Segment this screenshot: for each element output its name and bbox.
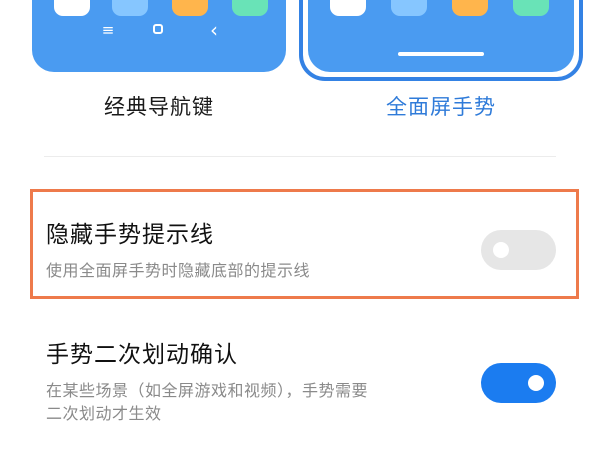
gesture-nav-preview[interactable]	[308, 0, 574, 72]
toggle-knob	[528, 375, 544, 391]
gesture-nav-label[interactable]: 全面屏手势	[340, 92, 542, 122]
back-key-icon: ‹	[210, 18, 218, 42]
app-icon-blue	[391, 0, 427, 16]
double-swipe-confirm-title: 手势二次划动确认	[46, 342, 238, 368]
classic-nav-preview[interactable]: ≡ ‹	[32, 0, 286, 72]
double-swipe-confirm-description-line2: 二次划动才生效	[46, 404, 162, 423]
app-icon-green	[513, 0, 549, 16]
double-swipe-confirm-description-line1: 在某些场景（如全屏游戏和视频），手势需要	[46, 381, 369, 400]
app-icon-orange	[452, 0, 488, 16]
double-swipe-confirm-toggle[interactable]	[481, 363, 556, 403]
home-key-icon	[153, 24, 163, 34]
app-icon-white	[330, 0, 366, 16]
app-icon-orange	[172, 0, 208, 16]
section-divider	[44, 156, 556, 157]
navigation-settings-page: ≡ ‹ 经典导航键 全面屏手势 隐藏手势提示线 使用全面屏手势时隐藏底部的提示线…	[0, 0, 600, 450]
gesture-hint-bar-icon	[398, 52, 484, 56]
classic-nav-label[interactable]: 经典导航键	[60, 92, 258, 122]
app-icon-blue	[112, 0, 148, 16]
hide-hint-line-toggle[interactable]	[481, 230, 556, 270]
app-icon-green	[232, 0, 268, 16]
app-icon-white	[54, 0, 90, 16]
hide-hint-line-title: 隐藏手势提示线	[46, 222, 214, 248]
toggle-knob	[493, 242, 509, 258]
menu-key-icon: ≡	[101, 21, 115, 39]
hide-hint-line-description: 使用全面屏手势时隐藏底部的提示线	[46, 261, 311, 280]
